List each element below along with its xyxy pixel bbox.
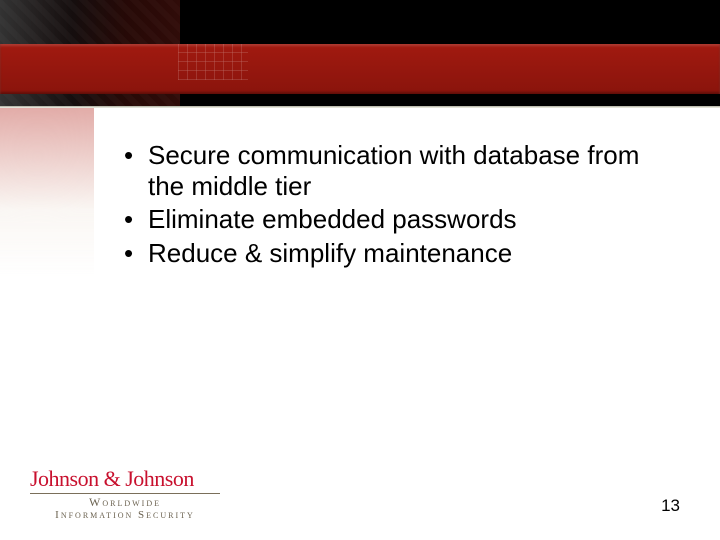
header-underline <box>0 106 720 108</box>
logo-brand: Johnson & Johnson <box>30 468 220 490</box>
logo-subline-1: Worldwide <box>30 496 220 510</box>
logo-subline-2: Information Security <box>30 509 220 522</box>
slide-title: Business Drivers <box>188 6 458 48</box>
header-grid-decoration <box>178 44 248 80</box>
bullet-item: Eliminate embedded passwords <box>124 204 644 235</box>
page-number: 13 <box>661 496 680 516</box>
bullet-item: Reduce & simplify maintenance <box>124 238 644 269</box>
footer-logo: Johnson & Johnson Worldwide Information … <box>30 468 220 522</box>
bullet-item: Secure communication with database from … <box>124 140 644 202</box>
slide-content: Secure communication with database from … <box>124 140 644 271</box>
bullet-list: Secure communication with database from … <box>124 140 644 269</box>
header-red-band <box>0 44 720 94</box>
side-background-image <box>0 108 94 278</box>
slide-header: Business Drivers <box>0 0 720 108</box>
logo-divider <box>30 493 220 494</box>
